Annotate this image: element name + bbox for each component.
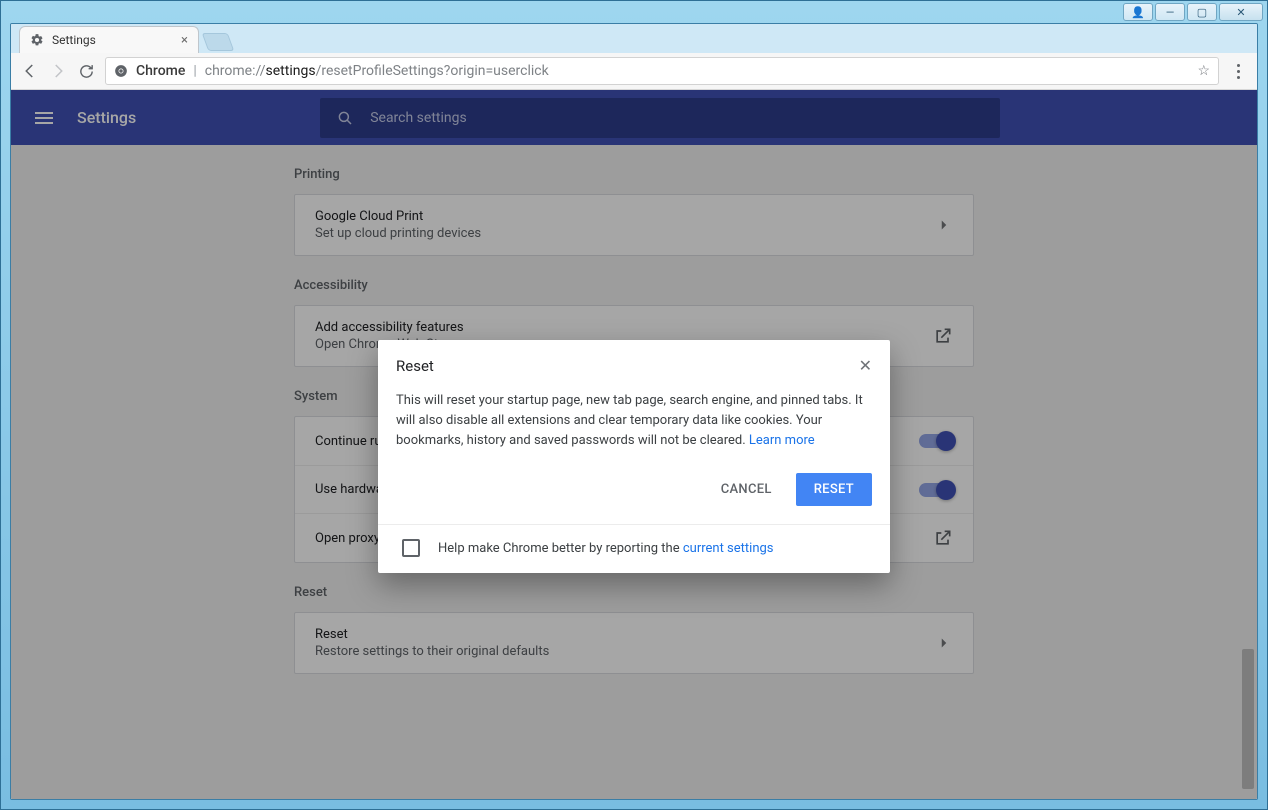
dialog-title: Reset xyxy=(396,357,859,375)
window-maximize-button[interactable]: ▢ xyxy=(1187,3,1217,21)
omnibox-origin: Chrome xyxy=(136,63,185,79)
tab-settings[interactable]: Settings × xyxy=(19,26,199,53)
dialog-close-button[interactable]: ✕ xyxy=(859,356,872,375)
nav-forward-button[interactable] xyxy=(49,62,67,80)
reset-dialog: Reset ✕ This will reset your startup pag… xyxy=(378,340,890,573)
window-frame: 👤 — ▢ ✕ Settings × xyxy=(0,0,1268,810)
window-close-button[interactable]: ✕ xyxy=(1219,3,1263,21)
browser-toolbar: Chrome | chrome://settings/resetProfileS… xyxy=(11,53,1257,90)
dialog-body: This will reset your startup page, new t… xyxy=(378,379,890,451)
tab-close-icon[interactable]: × xyxy=(181,33,188,48)
chrome-icon xyxy=(114,64,128,78)
window-user-button[interactable]: 👤 xyxy=(1123,3,1153,21)
new-tab-button[interactable] xyxy=(202,33,235,51)
window-titlebar[interactable]: 👤 — ▢ ✕ xyxy=(1,1,1267,23)
bookmark-star-icon[interactable]: ☆ xyxy=(1197,63,1210,79)
browser-menu-button[interactable] xyxy=(1229,64,1247,79)
dialog-footer-text: Help make Chrome better by reporting the… xyxy=(438,541,774,556)
nav-reload-button[interactable] xyxy=(77,62,95,80)
window-minimize-button[interactable]: — xyxy=(1155,3,1185,21)
cancel-button[interactable]: CANCEL xyxy=(707,473,786,506)
gear-icon xyxy=(30,33,44,47)
tab-strip: Settings × xyxy=(11,24,1257,53)
omnibox-url: chrome://settings/resetProfileSettings?o… xyxy=(205,63,549,79)
report-checkbox[interactable] xyxy=(402,539,420,557)
learn-more-link[interactable]: Learn more xyxy=(749,433,815,448)
tab-title: Settings xyxy=(52,33,96,47)
current-settings-link[interactable]: current settings xyxy=(683,541,774,556)
nav-back-button[interactable] xyxy=(21,62,39,80)
browser-window: Settings × Chrome | chrome://settings/re… xyxy=(10,23,1258,800)
reset-confirm-button[interactable]: RESET xyxy=(796,473,872,506)
address-bar[interactable]: Chrome | chrome://settings/resetProfileS… xyxy=(105,57,1219,85)
omnibox-separator: | xyxy=(193,63,196,79)
